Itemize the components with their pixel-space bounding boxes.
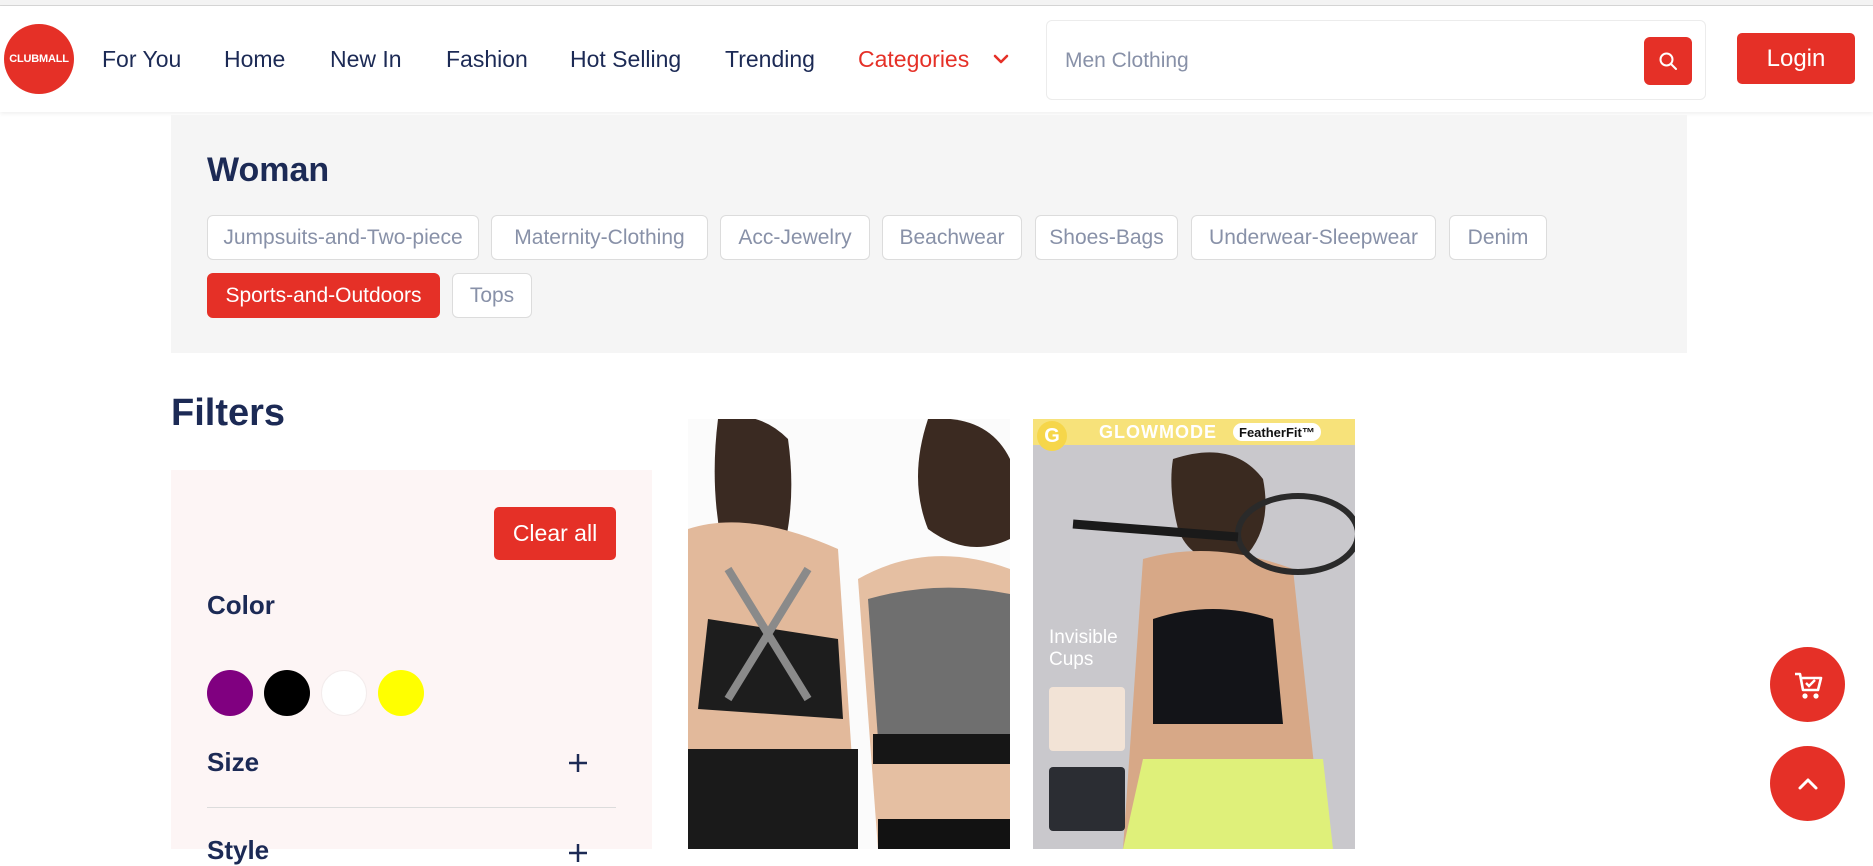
color-swatch-white[interactable]	[321, 670, 367, 716]
color-swatch-yellow[interactable]	[378, 670, 424, 716]
chip-denim[interactable]: Denim	[1449, 215, 1547, 260]
nav-fashion[interactable]: Fashion	[446, 46, 528, 73]
nav-new-in[interactable]: New In	[330, 46, 402, 73]
clear-all-button[interactable]: Clear all	[494, 507, 616, 560]
search-button[interactable]	[1644, 37, 1692, 85]
plus-icon[interactable]	[567, 842, 589, 864]
search-input[interactable]	[1065, 43, 1625, 79]
back-thumbnail	[1049, 767, 1125, 831]
filter-divider	[207, 807, 616, 808]
color-swatch-black[interactable]	[264, 670, 310, 716]
chip-acc-jewelry[interactable]: Acc-Jewelry	[720, 215, 870, 260]
nav-trending[interactable]: Trending	[725, 46, 815, 73]
login-button[interactable]: Login	[1737, 33, 1855, 84]
chevron-down-icon[interactable]	[990, 48, 1012, 70]
chip-underwear[interactable]: Underwear-Sleepwear	[1191, 215, 1436, 260]
category-panel: Woman Jumpsuits-and-Two-piece Maternity-…	[171, 115, 1687, 353]
featherfit-badge: FeatherFit™	[1233, 423, 1321, 441]
chip-tops[interactable]: Tops	[452, 273, 532, 318]
cart-icon	[1794, 672, 1822, 699]
chevron-up-icon	[1798, 778, 1817, 789]
chip-beachwear[interactable]: Beachwear	[882, 215, 1022, 260]
site-header: CLUBMALL For You Home New In Fashion Hot…	[0, 6, 1873, 112]
product-image	[688, 419, 1010, 849]
chip-sports-outdoors[interactable]: Sports-and-Outdoors	[207, 273, 440, 318]
search-icon	[1659, 52, 1677, 70]
chip-shoes-bags[interactable]: Shoes-Bags	[1035, 215, 1178, 260]
brand-name: GLOWMODE	[1099, 422, 1217, 442]
clubmall-logo[interactable]: CLUBMALL	[4, 24, 74, 94]
cart-button[interactable]	[1770, 647, 1845, 722]
size-filter-label[interactable]: Size	[207, 747, 259, 778]
search-box	[1046, 20, 1706, 100]
nav-for-you[interactable]: For You	[102, 46, 181, 73]
nav-categories[interactable]: Categories	[858, 46, 969, 73]
nav-home[interactable]: Home	[224, 46, 285, 73]
scroll-to-top-button[interactable]	[1770, 746, 1845, 821]
cup-thumbnail	[1049, 687, 1125, 751]
product-card-tennis-bra[interactable]: G GLOWMODE FeatherFit™ Invisible Cups	[1033, 419, 1355, 849]
style-filter-label[interactable]: Style	[207, 835, 269, 866]
color-swatch-purple[interactable]	[207, 670, 253, 716]
plus-icon[interactable]	[567, 752, 589, 774]
nav-hot-selling[interactable]: Hot Selling	[570, 46, 681, 73]
product-card-sports-bra[interactable]	[688, 419, 1010, 849]
category-title: Woman	[207, 151, 330, 189]
color-filter-label: Color	[207, 590, 275, 620]
product-caption: Invisible Cups	[1049, 627, 1118, 670]
chip-jumpsuits[interactable]: Jumpsuits-and-Two-piece	[207, 215, 479, 260]
glowmode-logo-icon: G	[1037, 421, 1067, 451]
filter-panel: Clear all Color Size Style	[171, 470, 652, 865]
filters-title: Filters	[171, 392, 286, 434]
chip-maternity[interactable]: Maternity-Clothing	[491, 215, 708, 260]
